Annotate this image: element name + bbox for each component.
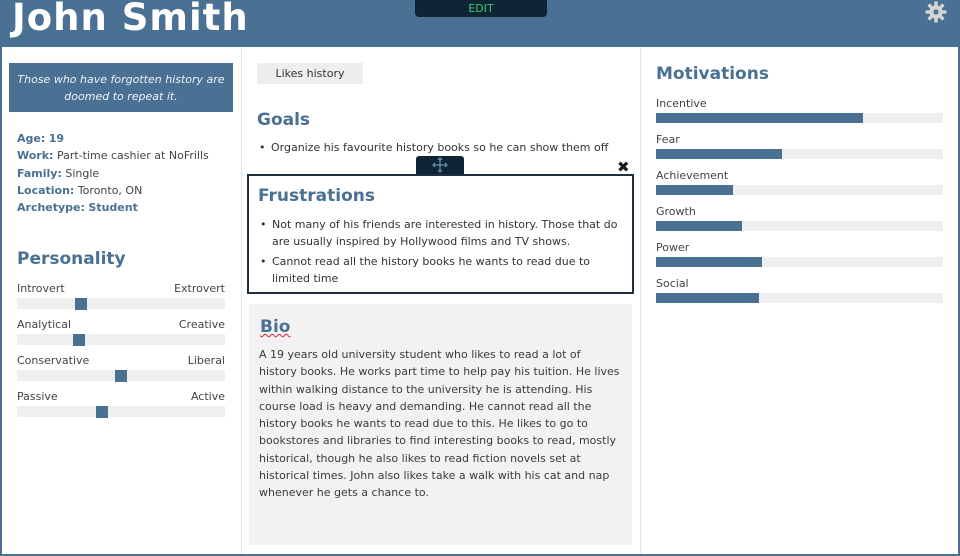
goal-item[interactable]: Organize his favourite history books so …	[259, 141, 608, 154]
motivation-label: Fear	[656, 133, 680, 146]
slider-passive-active[interactable]: Passive Active	[17, 390, 225, 426]
list-item[interactable]: Not many of his friends are interested i…	[260, 216, 620, 251]
slider-label-left: Passive	[17, 390, 58, 403]
motivation-fill	[656, 113, 863, 123]
motivation-fill	[656, 185, 734, 195]
persona-info[interactable]: Age: 19 Work: Part-time cashier at NoFri…	[17, 130, 209, 216]
frustrations-title: Frustrations	[258, 186, 375, 206]
motivation-fill	[656, 293, 760, 303]
slider-track[interactable]	[17, 334, 225, 345]
frustrations-panel[interactable]: Frustrations Not many of his friends are…	[247, 174, 634, 294]
info-family: Family: Single	[17, 166, 100, 180]
slider-label-left: Conservative	[17, 354, 90, 367]
personality-title: Personality	[17, 249, 126, 269]
column-divider	[241, 47, 242, 554]
bio-title: Bio	[260, 317, 291, 337]
motivation-achievement[interactable]: Achievement	[656, 169, 943, 205]
slider-thumb[interactable]	[96, 406, 109, 418]
motivation-fill	[656, 149, 783, 159]
motivation-label: Power	[656, 241, 690, 254]
slider-conservative-liberal[interactable]: Conservative Liberal	[17, 354, 225, 390]
motivation-power[interactable]: Power	[656, 241, 943, 277]
motivations-title: Motivations	[656, 64, 769, 84]
motivation-label: Social	[656, 277, 689, 290]
info-location: Location: Toronto, ON	[17, 183, 143, 197]
slider-track[interactable]	[17, 298, 225, 309]
info-archetype: Archetype: Student	[17, 201, 138, 215]
slider-thumb[interactable]	[115, 370, 127, 382]
column-divider	[640, 47, 641, 554]
frustrations-list[interactable]: Not many of his friends are interested i…	[260, 216, 620, 289]
info-age: Age: 19	[17, 132, 65, 145]
list-item[interactable]: Cannot read all the history books he wan…	[260, 253, 620, 288]
slider-track[interactable]	[17, 406, 225, 417]
move-icon[interactable]	[416, 156, 464, 174]
slider-label-right: Active	[190, 390, 225, 403]
motivation-label: Growth	[656, 205, 696, 218]
move-handle[interactable]	[416, 156, 464, 174]
slider-introvert-extrovert[interactable]: Introvert Extrovert	[17, 282, 225, 318]
slider-label-right: Creative	[178, 318, 225, 331]
motivation-label: Incentive	[656, 97, 707, 110]
gear-icon[interactable]	[924, 0, 948, 24]
bio-text[interactable]: A 19 years old university student who li…	[259, 346, 621, 502]
info-work: Work: Part-time cashier at NoFrills	[17, 149, 209, 163]
motivation-label: Achievement	[656, 169, 729, 182]
interest-tag[interactable]: Likes history	[257, 63, 363, 84]
edit-button[interactable]: EDIT	[415, 0, 547, 17]
header: John Smith EDIT	[0, 0, 960, 47]
slider-label-left: Introvert	[17, 282, 65, 295]
motivation-fill	[656, 257, 763, 267]
persona-name: John Smith	[12, 0, 249, 39]
slider-analytical-creative[interactable]: Analytical Creative	[17, 318, 225, 354]
motivation-growth[interactable]: Growth	[656, 205, 943, 241]
slider-label-right: Liberal	[187, 354, 225, 367]
slider-label-left: Analytical	[17, 318, 72, 331]
goals-title: Goals	[257, 110, 311, 130]
slider-thumb[interactable]	[73, 334, 86, 346]
motivation-fear[interactable]: Fear	[656, 133, 943, 169]
persona-quote[interactable]: Those who have forgotten history are doo…	[9, 63, 233, 112]
slider-label-right: Extrovert	[174, 282, 225, 295]
slider-thumb[interactable]	[75, 298, 88, 310]
motivation-social[interactable]: Social	[656, 277, 943, 313]
motivation-incentive[interactable]: Incentive	[656, 97, 943, 133]
motivation-fill	[656, 221, 743, 231]
bio-panel[interactable]: Bio A 19 years old university student wh…	[249, 304, 632, 545]
